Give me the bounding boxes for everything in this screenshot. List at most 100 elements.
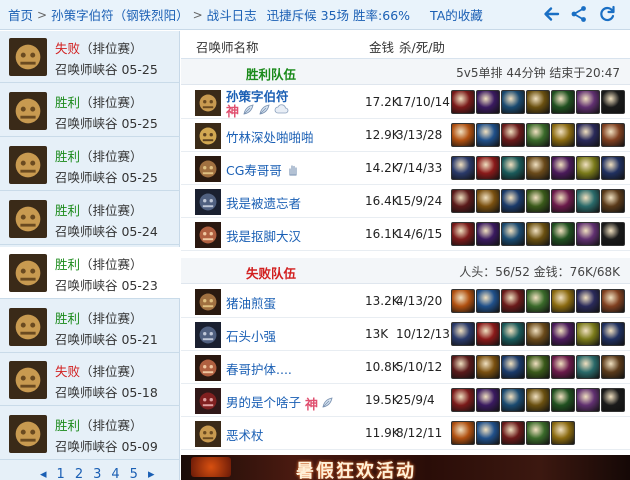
match-list-item[interactable]: 失败（排位赛） 召唤师峡谷 05-18 xyxy=(0,354,180,406)
item-icon[interactable] xyxy=(526,421,550,445)
item-icon[interactable] xyxy=(576,156,600,180)
player-name-text[interactable]: 恶术杖 xyxy=(226,428,264,443)
item-icon[interactable] xyxy=(601,355,625,379)
item-icon[interactable] xyxy=(526,123,550,147)
item-icon[interactable] xyxy=(476,289,500,313)
player-name[interactable]: 恶术杖 xyxy=(226,425,264,444)
item-icon[interactable] xyxy=(501,189,525,213)
player-row[interactable]: 我是抠脚大汉 16.1K 14/6/15 xyxy=(181,218,630,251)
item-icon[interactable] xyxy=(526,222,550,246)
item-icon[interactable] xyxy=(601,289,625,313)
item-icon[interactable] xyxy=(476,222,500,246)
item-icon[interactable] xyxy=(501,90,525,114)
item-icon[interactable] xyxy=(576,222,600,246)
player-name-text[interactable]: CG寿哥哥 xyxy=(226,163,282,178)
item-icon[interactable] xyxy=(501,322,525,346)
item-icon[interactable] xyxy=(601,189,625,213)
item-icon[interactable] xyxy=(551,222,575,246)
pager-page-1[interactable]: 1 xyxy=(57,467,65,480)
match-list-item[interactable]: 失败（排位赛） 召唤师峡谷 05-25 xyxy=(0,31,180,83)
item-icon[interactable] xyxy=(451,421,475,445)
item-icon[interactable] xyxy=(551,90,575,114)
item-icon[interactable] xyxy=(526,355,550,379)
player-row[interactable]: 我是被遗忘者 16.4K 15/9/24 xyxy=(181,185,630,218)
item-icon[interactable] xyxy=(576,90,600,114)
item-icon[interactable] xyxy=(501,289,525,313)
match-list-item[interactable]: 胜利（排位赛） 召唤师峡谷 05-24 xyxy=(0,193,180,245)
item-icon[interactable] xyxy=(451,189,475,213)
item-icon[interactable] xyxy=(501,388,525,412)
pager-page-4[interactable]: 4 xyxy=(111,467,119,480)
player-name[interactable]: 我是被遗忘者 xyxy=(226,193,301,212)
player-name-text[interactable]: 春哥护体.... xyxy=(226,362,292,377)
item-icon[interactable] xyxy=(551,156,575,180)
item-icon[interactable] xyxy=(501,355,525,379)
item-icon[interactable] xyxy=(501,222,525,246)
player-name[interactable]: 春哥护体.... xyxy=(226,359,292,378)
item-icon[interactable] xyxy=(576,189,600,213)
item-icon[interactable] xyxy=(526,388,550,412)
player-name-text[interactable]: 孙策字伯符 xyxy=(226,89,289,104)
pager-page-2[interactable]: 2 xyxy=(75,467,83,480)
item-icon[interactable] xyxy=(501,123,525,147)
breadcrumb-player[interactable]: 孙策字伯符（钢铁烈阳） xyxy=(51,5,189,24)
player-name-text[interactable]: 男的是个啥子 xyxy=(226,395,301,410)
item-icon[interactable] xyxy=(601,123,625,147)
item-icon[interactable] xyxy=(501,156,525,180)
breadcrumb-log[interactable]: 战斗日志 xyxy=(207,5,257,24)
player-row[interactable]: 竹林深处啪啪啪 12.9K 3/13/28 xyxy=(181,119,630,152)
player-row[interactable]: 石头小强 13K 10/12/13 xyxy=(181,318,630,351)
player-name[interactable]: 男的是个啥子神 xyxy=(226,392,334,413)
item-icon[interactable] xyxy=(451,222,475,246)
player-name-text[interactable]: 我是被遗忘者 xyxy=(226,196,301,211)
player-name-text[interactable]: 我是抠脚大汉 xyxy=(226,229,301,244)
player-name-text[interactable]: 石头小强 xyxy=(226,329,276,344)
item-icon[interactable] xyxy=(451,355,475,379)
item-icon[interactable] xyxy=(576,322,600,346)
match-list-item[interactable]: 胜利（排位赛） 召唤师峡谷 05-23 xyxy=(0,247,180,299)
item-icon[interactable] xyxy=(551,322,575,346)
item-icon[interactable] xyxy=(551,123,575,147)
refresh-icon[interactable] xyxy=(598,5,616,23)
item-icon[interactable] xyxy=(601,388,625,412)
back-arrow-icon[interactable] xyxy=(542,5,560,23)
item-icon[interactable] xyxy=(551,355,575,379)
item-icon[interactable] xyxy=(601,90,625,114)
item-icon[interactable] xyxy=(476,123,500,147)
player-name-text[interactable]: 竹林深处啪啪啪 xyxy=(226,130,314,145)
player-name-text[interactable]: 猪油煎蛋 xyxy=(226,296,276,311)
pager-page-3[interactable]: 3 xyxy=(93,467,101,480)
item-icon[interactable] xyxy=(451,322,475,346)
pager-next[interactable]: ▸ xyxy=(148,467,155,480)
item-icon[interactable] xyxy=(451,289,475,313)
item-icon[interactable] xyxy=(501,421,525,445)
item-icon[interactable] xyxy=(551,189,575,213)
match-list-item[interactable]: 胜利（排位赛） 召唤师峡谷 05-21 xyxy=(0,301,180,353)
item-icon[interactable] xyxy=(526,156,550,180)
item-icon[interactable] xyxy=(601,222,625,246)
promo-banner[interactable]: 暑假狂欢活动 xyxy=(181,455,630,480)
pager-prev[interactable]: ◂ xyxy=(40,467,47,480)
item-icon[interactable] xyxy=(476,90,500,114)
item-icon[interactable] xyxy=(476,421,500,445)
item-icon[interactable] xyxy=(576,123,600,147)
item-icon[interactable] xyxy=(526,289,550,313)
item-icon[interactable] xyxy=(476,189,500,213)
item-icon[interactable] xyxy=(551,388,575,412)
player-row[interactable]: CG寿哥哥 14.2K 7/14/33 xyxy=(181,152,630,185)
item-icon[interactable] xyxy=(526,90,550,114)
item-icon[interactable] xyxy=(551,421,575,445)
item-icon[interactable] xyxy=(526,189,550,213)
breadcrumb-home[interactable]: 首页 xyxy=(8,5,33,24)
player-row[interactable]: 猪油煎蛋 13.2K 4/13/20 xyxy=(181,285,630,318)
item-icon[interactable] xyxy=(601,322,625,346)
item-icon[interactable] xyxy=(526,322,550,346)
item-icon[interactable] xyxy=(476,388,500,412)
player-row[interactable]: 春哥护体.... 10.8K 5/10/12 xyxy=(181,351,630,384)
player-row[interactable]: 恶术杖 11.9K 8/12/11 xyxy=(181,417,630,450)
match-list-item[interactable]: 胜利（排位赛） 召唤师峡谷 05-09 xyxy=(0,408,180,460)
item-icon[interactable] xyxy=(451,90,475,114)
match-list-item[interactable]: 胜利（排位赛） 召唤师峡谷 05-25 xyxy=(0,85,180,137)
item-icon[interactable] xyxy=(576,355,600,379)
player-name[interactable]: 竹林深处啪啪啪 xyxy=(226,127,314,146)
